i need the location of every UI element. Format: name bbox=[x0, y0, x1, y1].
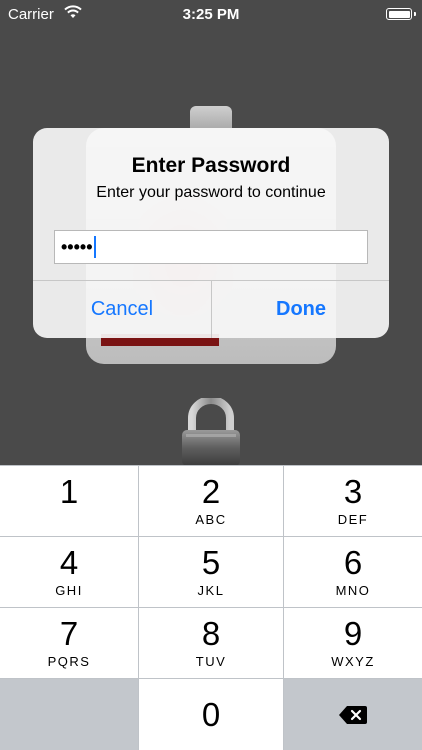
padlock-icon bbox=[182, 398, 240, 466]
password-alert: Enter Password Enter your password to co… bbox=[33, 128, 389, 338]
key-letters: PQRS bbox=[47, 654, 91, 669]
key-letters: WXYZ bbox=[331, 654, 375, 669]
key-9[interactable]: 9 WXYZ bbox=[284, 608, 422, 678]
key-letters: MNO bbox=[335, 583, 371, 598]
key-letters: ABC bbox=[195, 512, 227, 527]
key-6[interactable]: 6 MNO bbox=[284, 537, 422, 607]
key-letters: JKL bbox=[197, 583, 225, 598]
delete-backspace-icon bbox=[339, 705, 367, 724]
key-digit: 7 bbox=[59, 615, 79, 652]
key-digit: 1 bbox=[59, 473, 79, 510]
done-button[interactable]: Done bbox=[212, 281, 389, 338]
key-digit: 2 bbox=[201, 473, 221, 510]
key-7[interactable]: 7 PQRS bbox=[0, 608, 138, 678]
key-blank bbox=[0, 679, 138, 750]
key-3[interactable]: 3 DEF bbox=[284, 466, 422, 536]
alert-message: Enter your password to continue bbox=[96, 184, 326, 201]
key-letters: DEF bbox=[337, 512, 369, 527]
key-5[interactable]: 5 JKL bbox=[139, 537, 283, 607]
key-8[interactable]: 8 TUV bbox=[139, 608, 283, 678]
numeric-keypad: 1 2 ABC 3 DEF 4 GHI 5 JKL 6 MNO 7 PQRS 8… bbox=[0, 465, 422, 750]
key-digit: 0 bbox=[201, 695, 221, 733]
status-bar: Carrier 3:25 PM bbox=[0, 0, 422, 30]
key-digit: 6 bbox=[343, 544, 363, 581]
clock: 3:25 PM bbox=[182, 6, 240, 23]
key-digit: 5 bbox=[201, 544, 221, 581]
key-digit: 4 bbox=[59, 544, 79, 581]
key-digit: 8 bbox=[201, 615, 221, 652]
key-letters: GHI bbox=[55, 583, 83, 598]
text-caret bbox=[93, 235, 96, 258]
password-value: ••••• bbox=[61, 237, 93, 257]
key-2[interactable]: 2 ABC bbox=[139, 466, 283, 536]
alert-title: Enter Password bbox=[131, 154, 291, 177]
password-field[interactable]: ••••• bbox=[54, 230, 368, 264]
key-4[interactable]: 4 GHI bbox=[0, 537, 138, 607]
battery-icon bbox=[386, 8, 416, 20]
key-1[interactable]: 1 bbox=[0, 466, 138, 536]
key-delete[interactable] bbox=[284, 679, 422, 750]
cancel-button[interactable]: Cancel bbox=[33, 281, 211, 338]
key-digit: 3 bbox=[343, 473, 363, 510]
key-letters: TUV bbox=[195, 654, 227, 669]
key-digit: 9 bbox=[343, 615, 363, 652]
key-0[interactable]: 0 bbox=[139, 679, 283, 750]
